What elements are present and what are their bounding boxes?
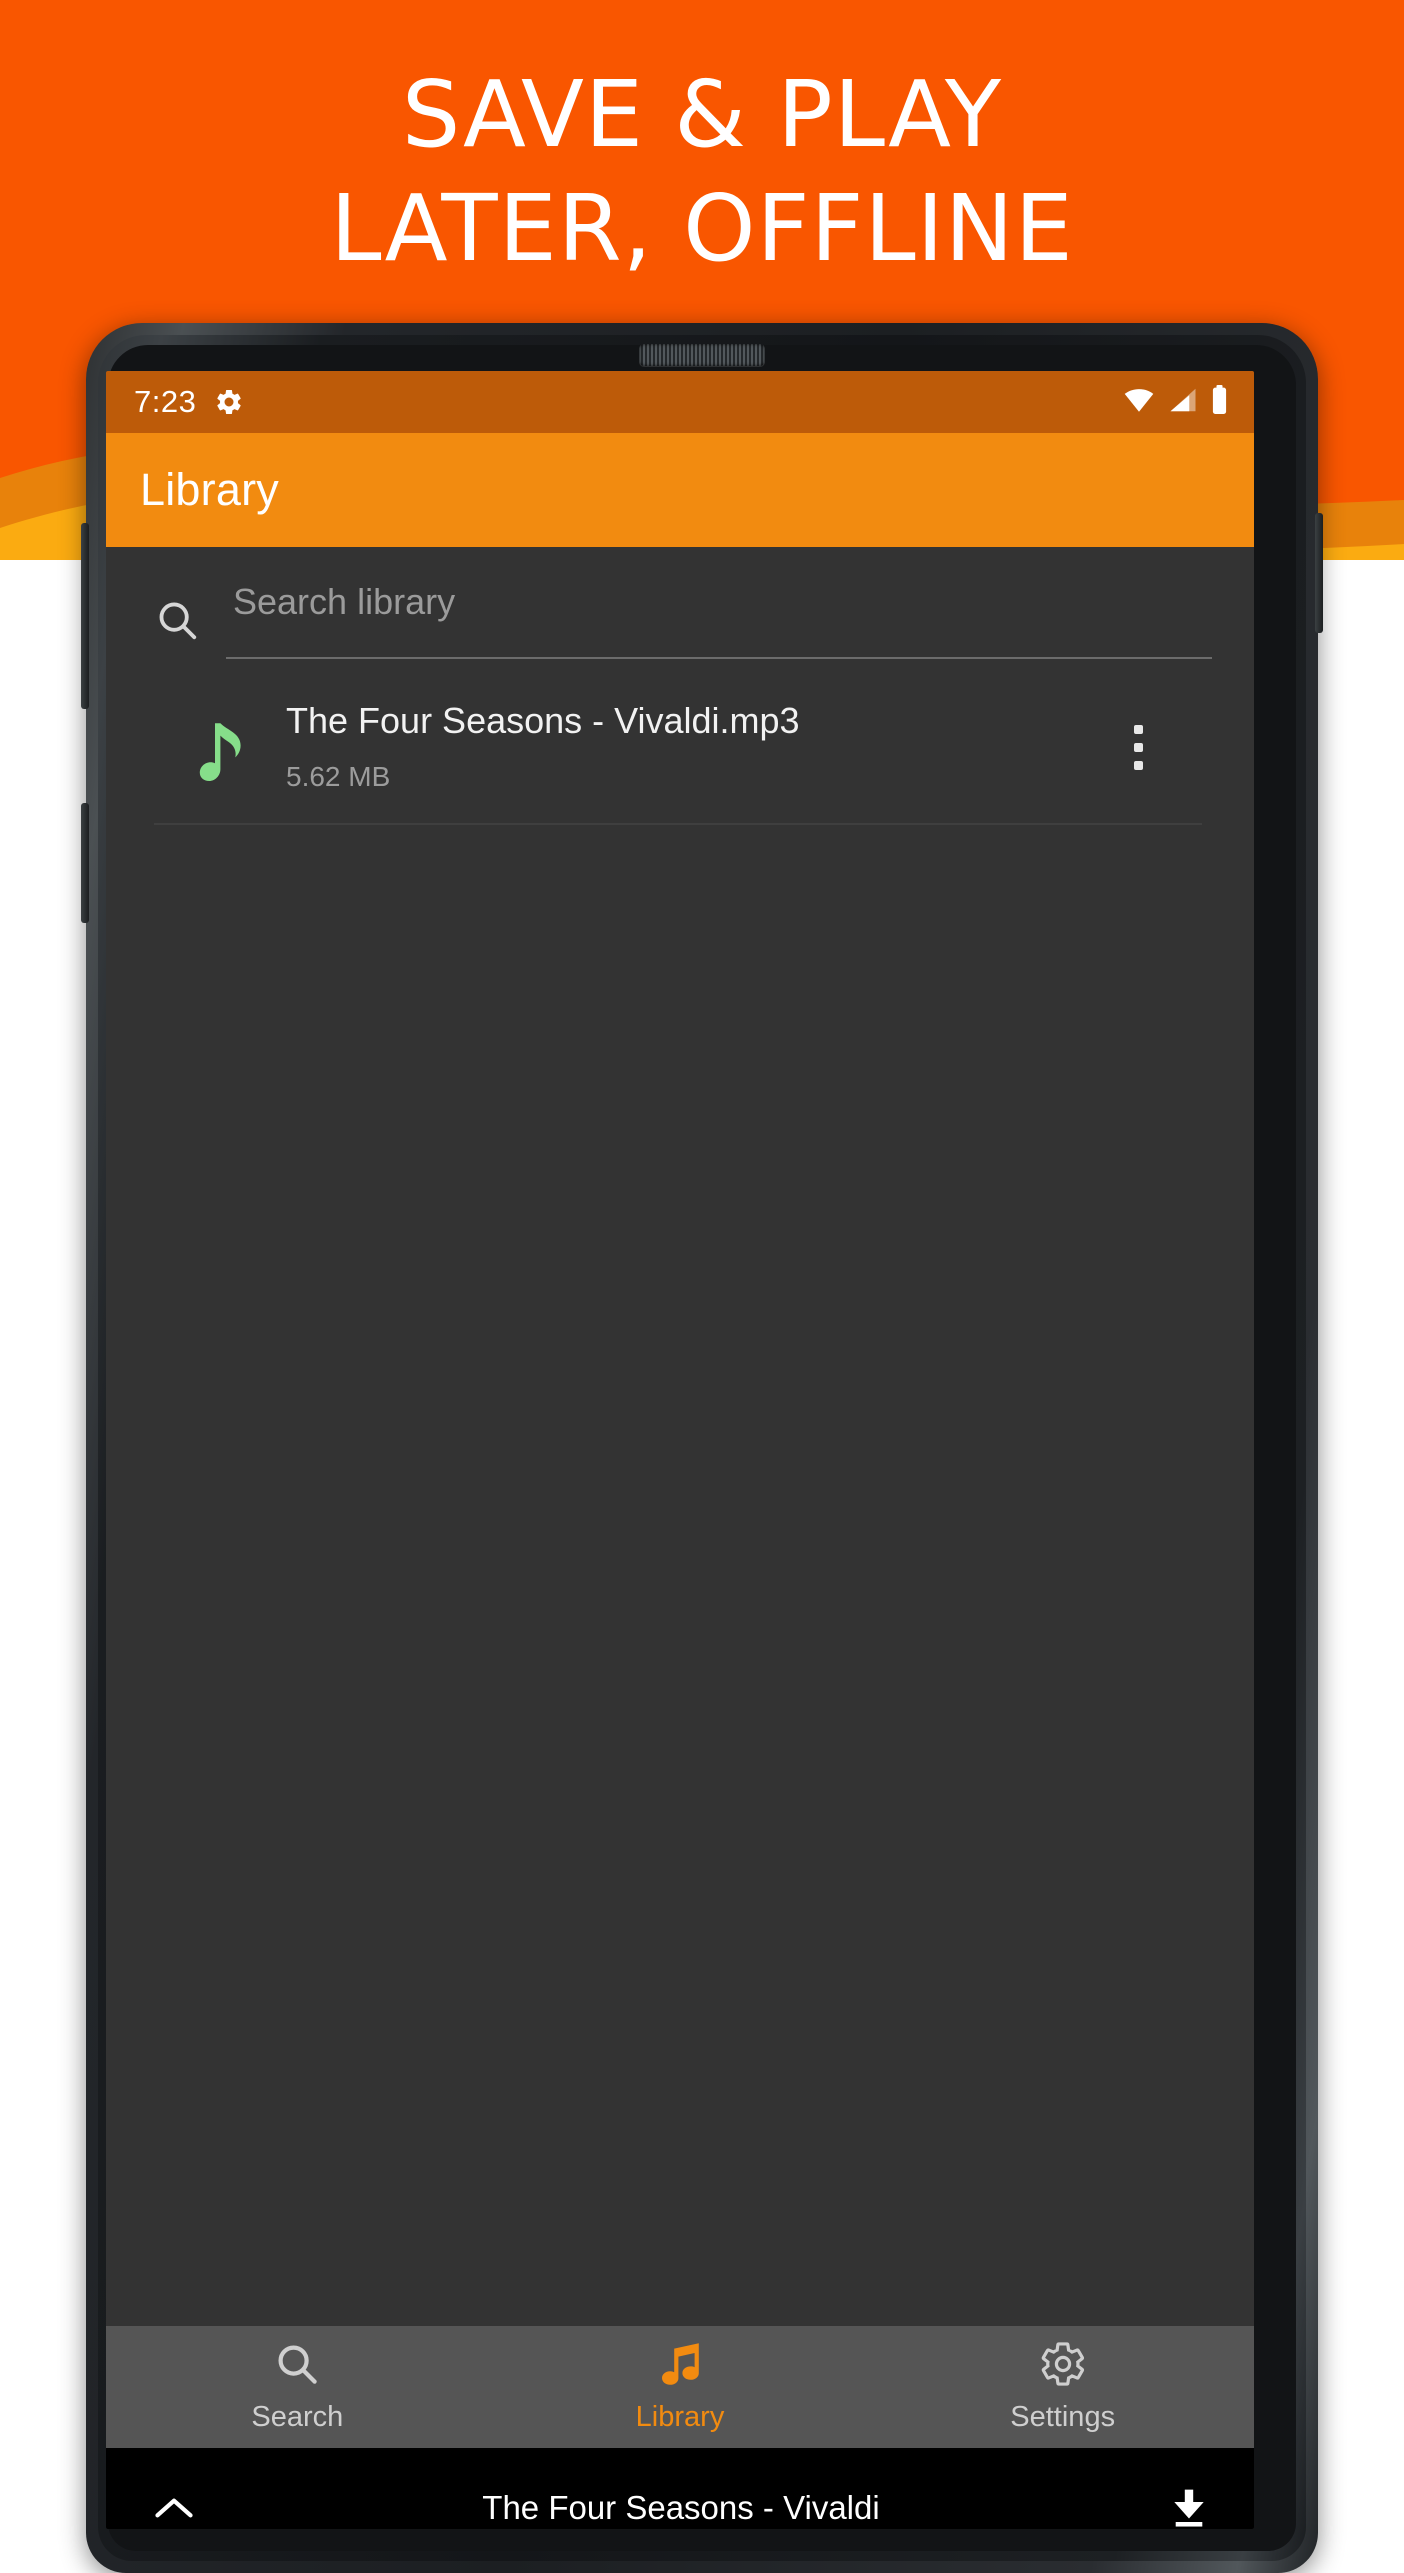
more-vertical-icon[interactable] — [1112, 699, 1164, 770]
library-list: The Four Seasons - Vivaldi.mp3 5.62 MB — [106, 673, 1254, 825]
gear-icon — [1039, 2340, 1087, 2393]
volume-button[interactable] — [81, 523, 89, 709]
chevron-up-icon[interactable] — [152, 2492, 208, 2524]
gear-icon — [214, 387, 244, 417]
search-bar[interactable] — [106, 547, 1254, 659]
mini-player-bar[interactable]: The Four Seasons - Vivaldi — [106, 2448, 1254, 2529]
search-icon — [154, 597, 212, 643]
list-item[interactable]: The Four Seasons - Vivaldi.mp3 5.62 MB — [154, 673, 1202, 825]
phone-mockup: 7:23 Library Search library The Four Sea… — [81, 323, 1323, 2573]
tab-label: Settings — [1010, 2401, 1116, 2433]
wifi-icon — [1123, 387, 1155, 418]
app-bar: Library — [106, 433, 1254, 547]
assistant-button[interactable] — [81, 803, 89, 923]
music-note-icon — [198, 699, 254, 788]
search-input[interactable] — [226, 581, 1212, 659]
page-title: Library — [140, 464, 279, 515]
bottom-navigation: Search Library Settings — [106, 2326, 1254, 2448]
status-bar-clock: 7:23 — [134, 384, 197, 419]
tab-library[interactable]: Library — [489, 2326, 872, 2448]
cellular-signal-icon — [1168, 387, 1198, 418]
player-track-title: The Four Seasons - Vivaldi — [482, 2489, 880, 2526]
tab-search[interactable]: Search — [106, 2326, 489, 2448]
download-icon[interactable] — [1154, 2486, 1210, 2529]
tab-label: Search — [251, 2401, 344, 2433]
dot — [1133, 743, 1143, 752]
speaker-grille-icon — [639, 344, 765, 366]
list-item-title: The Four Seasons - Vivaldi.mp3 — [286, 700, 800, 741]
status-bar: 7:23 — [106, 371, 1254, 433]
list-item-filesize: 5.62 MB — [286, 761, 391, 792]
power-button[interactable] — [1315, 513, 1323, 633]
content-area: The Four Seasons - Vivaldi.mp3 5.62 MB — [106, 547, 1254, 2326]
list-item-texts: The Four Seasons - Vivaldi.mp3 5.62 MB — [286, 699, 1112, 793]
tab-settings[interactable]: Settings — [871, 2326, 1254, 2448]
battery-full-icon — [1211, 385, 1228, 419]
dot — [1133, 725, 1143, 734]
dot — [1133, 761, 1143, 770]
tab-label: Library — [635, 2401, 725, 2433]
music-notes-icon — [656, 2340, 704, 2393]
search-icon — [273, 2340, 321, 2393]
search-input-wrapper — [226, 581, 1212, 659]
status-bar-indicators — [1123, 385, 1228, 419]
app-screen: 7:23 Library Search library The Four Sea… — [106, 371, 1254, 2529]
promo-headline: SAVE & PLAY LATER, OFFLINE — [330, 61, 1074, 282]
